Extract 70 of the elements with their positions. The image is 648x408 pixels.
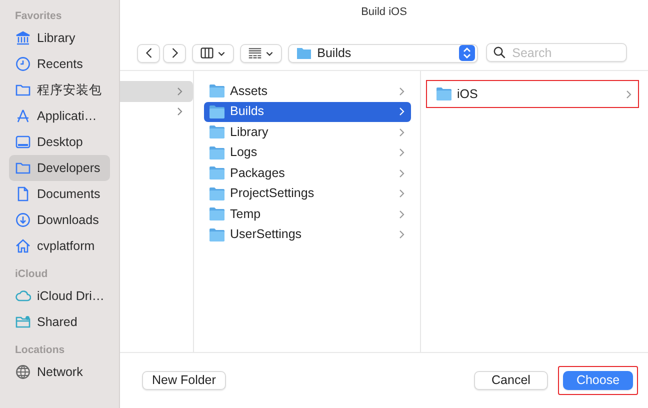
- sidebar-item[interactable]: 程序安装包: [9, 77, 110, 103]
- chevron-right-icon: [399, 107, 405, 116]
- folder-icon: [209, 228, 225, 242]
- section-heading: Favorites: [15, 9, 63, 23]
- folder-row[interactable]: Library: [204, 122, 411, 142]
- sidebar-item[interactable]: Documents: [9, 181, 110, 207]
- dialog-button[interactable]: New Folder: [142, 371, 226, 390]
- chevron-right-icon: [399, 168, 405, 178]
- folder-icon: [209, 207, 225, 222]
- folder-icon: [209, 186, 225, 201]
- group-button[interactable]: [240, 44, 282, 62]
- folder-icon: [15, 160, 31, 176]
- sidebar-item[interactable]: Recents: [9, 51, 110, 77]
- cloud-icon: [15, 288, 31, 304]
- back-button[interactable]: [137, 44, 160, 62]
- globe-icon: [15, 364, 31, 380]
- sidebar-item[interactable]: Shared: [9, 309, 110, 335]
- sidebar-item[interactable]: cvplatform: [9, 233, 110, 259]
- grid-icon: [248, 46, 262, 60]
- window-title: Build iOS: [360, 5, 408, 20]
- search-field[interactable]: Search: [486, 43, 628, 62]
- sidebar-item[interactable]: Desktop: [9, 129, 110, 155]
- section-heading: iCloud: [15, 267, 49, 281]
- chevron-right-icon: [399, 148, 405, 158]
- folder-icon: [209, 146, 225, 160]
- clock-icon: [15, 56, 31, 72]
- folder-row[interactable]: iOS: [427, 81, 638, 107]
- document-icon: [15, 186, 31, 202]
- chevron-right-icon: [399, 128, 405, 137]
- dialog-button[interactable]: Cancel: [474, 371, 548, 390]
- monitor-icon: [15, 134, 31, 150]
- sidebar-item[interactable]: Library: [9, 25, 110, 51]
- chevron-right-icon: [177, 86, 183, 96]
- location-dropdown[interactable]: Builds: [288, 44, 478, 62]
- stepper-icon: [459, 45, 476, 62]
- choose-button[interactable]: Choose: [563, 371, 633, 390]
- section-heading: Locations: [15, 343, 66, 357]
- folder-row[interactable]: UserSettings: [204, 224, 411, 245]
- download-icon: [15, 212, 31, 228]
- folder-icon: [296, 45, 312, 61]
- folder-icon: [209, 84, 225, 98]
- view-button[interactable]: [192, 44, 234, 62]
- folder-row[interactable]: Temp: [204, 204, 411, 224]
- chevron-right-icon: [399, 210, 405, 219]
- sidebar-item[interactable]: Applicati…: [9, 103, 110, 129]
- folder-icon: [15, 82, 31, 98]
- building-icon: [15, 30, 31, 46]
- columns-icon: [200, 46, 214, 60]
- sidebar-item[interactable]: Developers: [9, 155, 110, 181]
- search-icon: [493, 46, 506, 60]
- folder-row[interactable]: Builds: [204, 102, 411, 122]
- chevron-right-icon: [626, 90, 632, 98]
- chevron-right-icon: [399, 189, 405, 198]
- sidebar-item[interactable]: iCloud Dri…: [9, 283, 110, 309]
- forward-button[interactable]: [163, 44, 186, 62]
- folder-row[interactable]: Logs: [204, 142, 411, 163]
- folder-icon: [209, 166, 225, 180]
- folder-icon: [209, 125, 225, 140]
- chevron-right-icon: [177, 107, 183, 116]
- folder-row[interactable]: Packages: [204, 163, 411, 184]
- home-icon: [15, 238, 31, 254]
- chevron-right-icon: [399, 86, 405, 96]
- folder-row[interactable]: Assets: [204, 81, 411, 102]
- folder-icon: [436, 87, 452, 101]
- folder-row[interactable]: ProjectSettings: [204, 184, 411, 204]
- folder-icon: [209, 104, 225, 119]
- shared-folder-icon: [15, 314, 31, 330]
- chevron-right-icon: [399, 230, 405, 240]
- sidebar-item[interactable]: Downloads: [9, 207, 110, 233]
- sidebar-item[interactable]: Network: [9, 359, 110, 385]
